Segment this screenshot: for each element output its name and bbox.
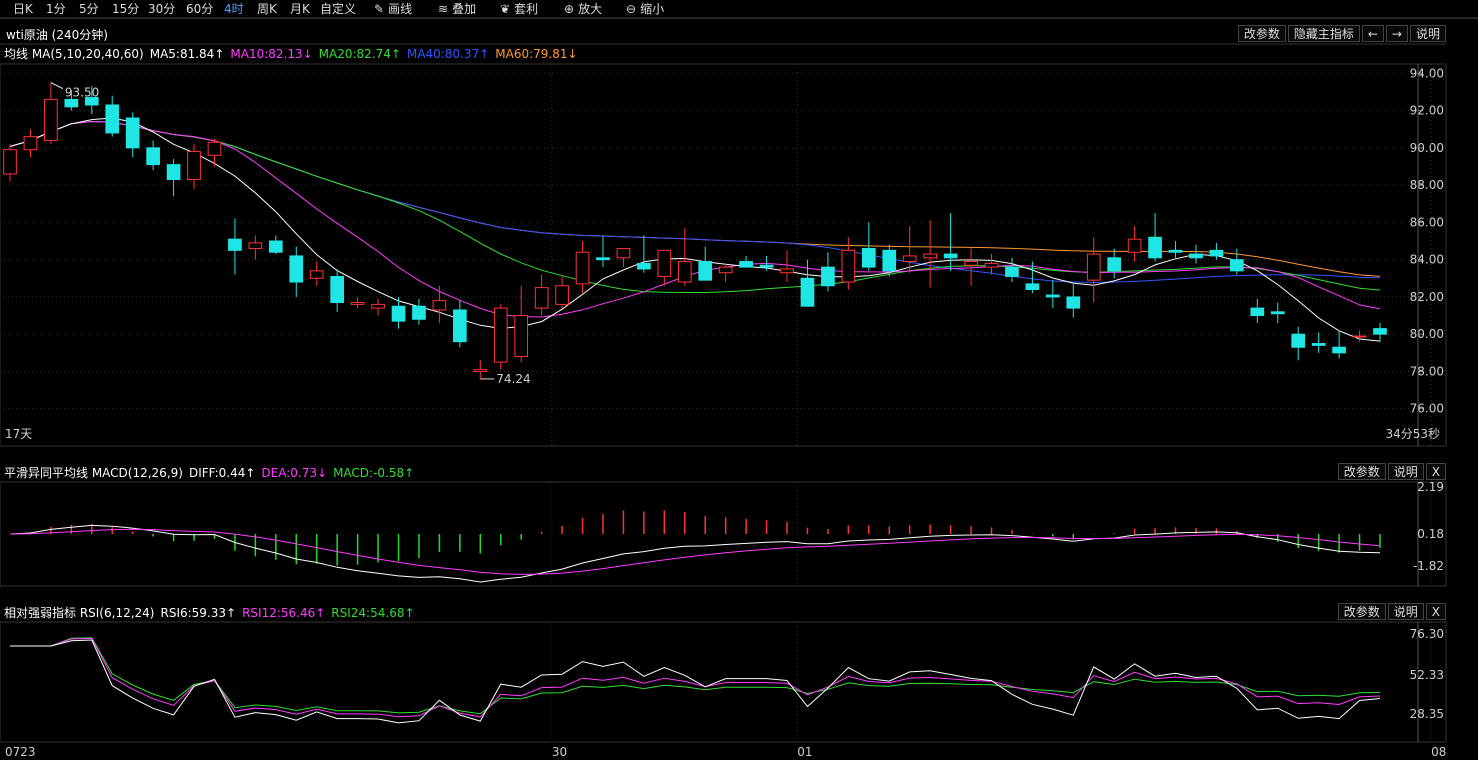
candle-body [964, 261, 978, 266]
x-tick-label: 08 [1431, 745, 1446, 759]
candle-body [1148, 236, 1162, 259]
macd-dea-line [9, 528, 1381, 575]
candle-body [125, 117, 140, 149]
candle-body [1270, 311, 1285, 315]
candle-body [1045, 294, 1060, 298]
x-tick-label: 30 [552, 745, 567, 759]
candle-body [44, 98, 58, 141]
candle-body [473, 369, 488, 372]
candle-body [1373, 328, 1387, 335]
chart-canvas[interactable]: 94.00 92.00 90.00 88.00 86.00 84.00 82.00 80.00… [0, 0, 1478, 760]
rsi12-line [10, 637, 1381, 718]
candle-body [902, 255, 917, 263]
main-y-tick-label: 76.00 [1410, 402, 1444, 416]
candle-body [637, 262, 651, 270]
candle-body [248, 242, 263, 249]
candle-body [289, 255, 304, 283]
candle-body [1005, 266, 1019, 277]
candle-body [1209, 249, 1224, 257]
candle-body [800, 277, 815, 307]
period-count-label: 17天 [5, 427, 32, 441]
candle-body [432, 300, 447, 311]
candle-body [596, 257, 610, 261]
candle-body [555, 285, 569, 305]
main-y-tick-label: 90.00 [1410, 141, 1444, 155]
rsi-y-tick-label: 76.30 [1410, 627, 1444, 641]
candle-body [759, 264, 774, 268]
candle-body [1025, 283, 1040, 290]
candle-body [1168, 249, 1183, 253]
candle-body [412, 305, 426, 320]
main-y-tick-label: 82.00 [1410, 290, 1444, 304]
candle-body [3, 149, 17, 175]
rsi24-line [10, 637, 1381, 715]
candle-body [1189, 253, 1203, 259]
candle-body [330, 275, 345, 304]
high-pointer [50, 82, 64, 90]
main-y-tick-label: 84.00 [1410, 253, 1444, 267]
candle-body [1311, 343, 1326, 346]
main-y-tick-label: 94.00 [1410, 66, 1444, 80]
candle-body [718, 266, 733, 274]
main-y-tick-label: 78.00 [1410, 364, 1444, 378]
macd-y-tick-label: 0.18 [1417, 527, 1444, 541]
x-tick-label: 0723 [5, 745, 36, 759]
candle-body [923, 253, 937, 259]
candle-body [166, 164, 181, 181]
macd-y-tick-label: -1.82 [1413, 559, 1444, 573]
main-y-tick-label: 80.00 [1410, 327, 1444, 341]
candle-body [616, 247, 631, 259]
candle-body [882, 249, 897, 272]
candle-body [1352, 335, 1367, 338]
candle-body [841, 249, 856, 283]
candle-body [268, 240, 283, 253]
candle-body [1066, 296, 1081, 309]
candle-body [861, 247, 876, 268]
candle-body [350, 302, 365, 305]
candle-body [698, 261, 713, 281]
candle-body [187, 151, 201, 181]
candle-body [1250, 307, 1265, 317]
candle-body [943, 253, 958, 259]
candle-body [984, 262, 999, 268]
main-y-tick-label: 88.00 [1410, 178, 1444, 192]
main-y-tick-label: 86.00 [1410, 215, 1444, 229]
candle-body [780, 268, 794, 274]
candle-body [739, 261, 753, 268]
candle-body [391, 305, 406, 322]
candle-body [146, 147, 160, 166]
rsi-y-tick-label: 52.33 [1410, 668, 1444, 682]
rsi-y-tick-label: 28.35 [1410, 707, 1444, 721]
candle-body [371, 303, 385, 309]
candle-body [453, 309, 467, 343]
x-tick-label: 01 [797, 745, 812, 759]
countdown-label: 34分53秒 [1385, 427, 1440, 441]
main-y-tick-label: 92.00 [1410, 104, 1444, 118]
low-label: 74.24 [496, 372, 530, 386]
candle-body [1230, 259, 1244, 272]
candle-body [821, 266, 835, 287]
macd-y-tick-label: 2.19 [1417, 480, 1444, 494]
main-panel-frame [0, 63, 1447, 447]
candle-body [1107, 257, 1122, 272]
candle-body [23, 136, 38, 151]
candle-body [105, 104, 120, 134]
candle-body [1332, 346, 1346, 354]
candle-body [309, 270, 324, 279]
candle-body [1127, 238, 1142, 253]
high-label: 93.50 [65, 86, 99, 100]
candle-body [575, 251, 590, 285]
candle-body [207, 141, 222, 156]
candle-body [677, 261, 692, 283]
candle-body [534, 287, 549, 309]
candle-body [228, 238, 242, 251]
candle-body [64, 98, 79, 108]
candle-body [1291, 333, 1306, 348]
candle-body [493, 307, 508, 363]
macd-diff-line [9, 524, 1381, 583]
candle-body [1086, 253, 1101, 281]
candle-body [514, 315, 529, 358]
candle-body [657, 249, 672, 277]
